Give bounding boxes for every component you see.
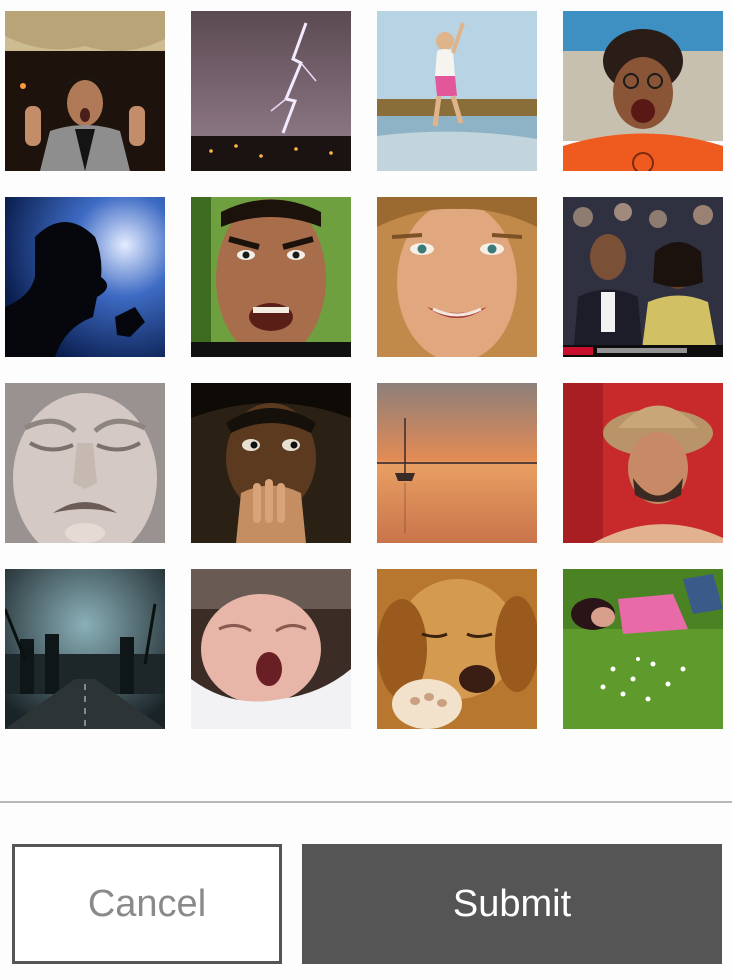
image-tile-4[interactable] (563, 11, 723, 171)
sunset-boat-photo (377, 383, 537, 543)
image-tile-1[interactable] (5, 11, 165, 171)
submit-button[interactable]: Submit (302, 844, 722, 964)
image-tile-14[interactable] (191, 569, 351, 729)
image-tile-15[interactable] (377, 569, 537, 729)
nervous-boy-photo (191, 383, 351, 543)
man-straw-hat-photo (563, 383, 723, 543)
image-tile-3[interactable] (377, 11, 537, 171)
divider (0, 801, 732, 803)
smiling-girl-photo (377, 197, 537, 357)
image-tile-16[interactable] (563, 569, 723, 729)
cancel-button[interactable]: Cancel (12, 844, 282, 964)
image-tile-10[interactable] (191, 383, 351, 543)
image-tile-12[interactable] (563, 383, 723, 543)
image-tile-11[interactable] (377, 383, 537, 543)
image-grid (0, 0, 732, 740)
yawning-baby-photo (191, 569, 351, 729)
image-tile-5[interactable] (5, 197, 165, 357)
silhouette-screaming-man-photo (5, 197, 165, 357)
shouting-woman-beach-photo (563, 11, 723, 171)
lightning-storm-photo (191, 11, 351, 171)
image-tile-8[interactable] (563, 197, 723, 357)
image-tile-6[interactable] (191, 197, 351, 357)
image-tile-7[interactable] (377, 197, 537, 357)
stormy-factory-road-photo (5, 569, 165, 729)
image-tile-2[interactable] (191, 11, 351, 171)
girl-lying-grass-photo (563, 569, 723, 729)
jumping-girl-beach-photo (377, 11, 537, 171)
image-tile-9[interactable] (5, 383, 165, 543)
sleeping-dog-photo (377, 569, 537, 729)
image-tile-13[interactable] (5, 569, 165, 729)
surprised-man-photo (5, 11, 165, 171)
crying-mask-photo (5, 383, 165, 543)
crowd-couple-tv-photo (563, 197, 723, 357)
angry-man-green-photo (191, 197, 351, 357)
